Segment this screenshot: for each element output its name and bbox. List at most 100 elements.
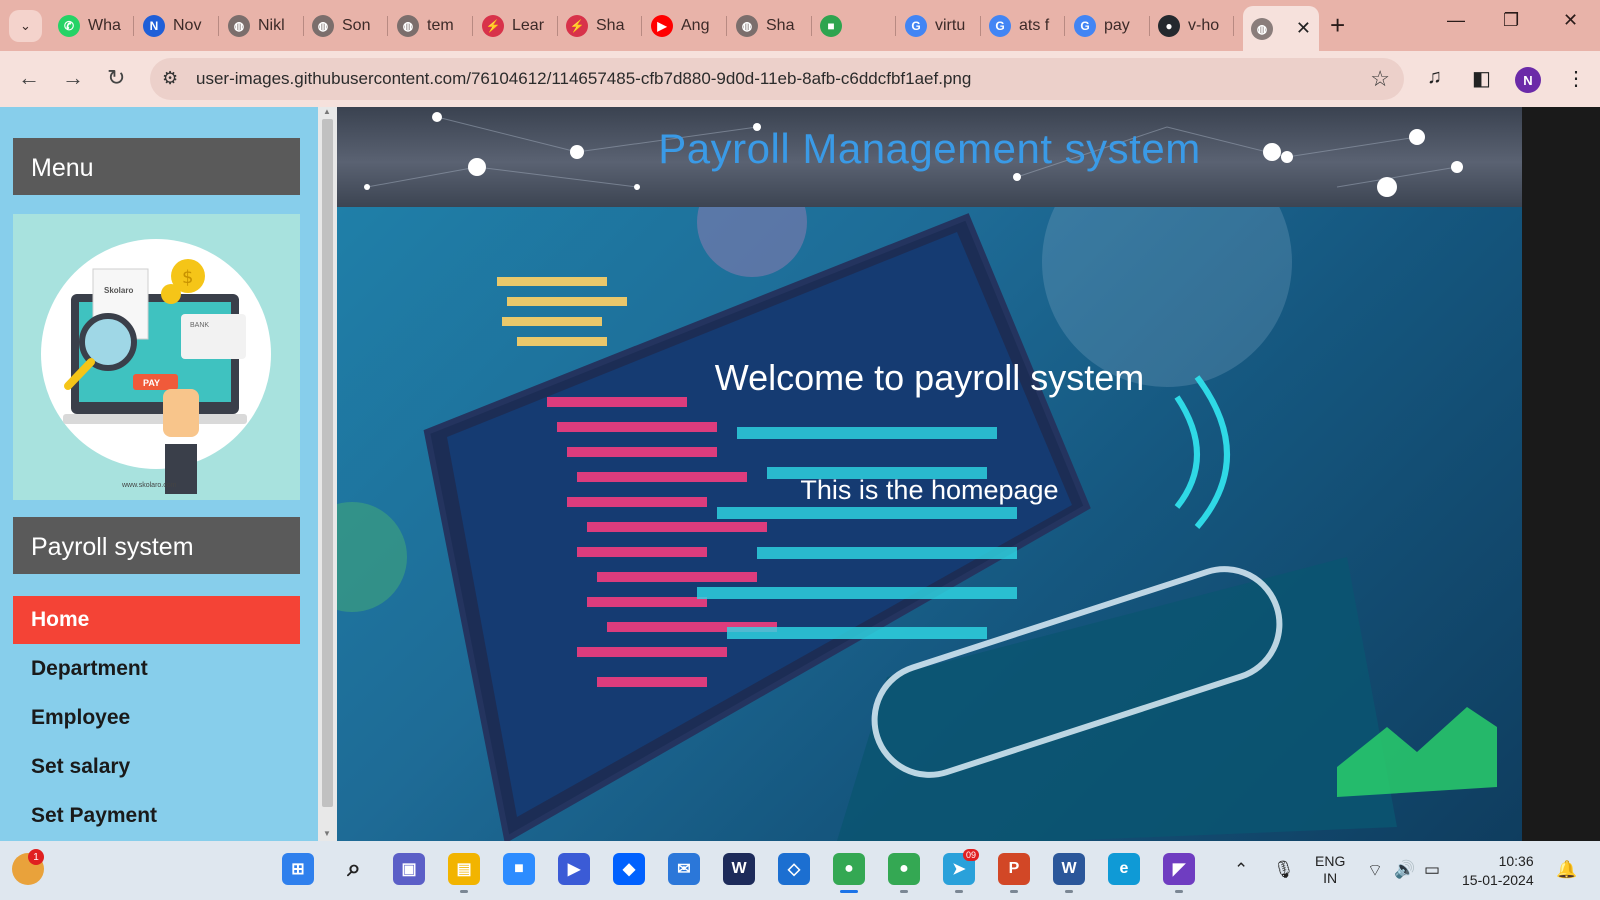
google-icon: G xyxy=(905,15,927,37)
chevron-up-icon[interactable]: ⌃ xyxy=(1234,860,1248,880)
svg-text:$: $ xyxy=(182,267,193,288)
github-icon: ● xyxy=(1158,15,1180,37)
browser-tab[interactable]: ● v-ho xyxy=(1150,8,1234,44)
tab-separator xyxy=(472,16,473,36)
language-indicator[interactable]: ENG IN xyxy=(1315,853,1345,887)
microphone-icon[interactable]: 🎙 xyxy=(1273,860,1295,880)
chrome-icon[interactable]: ● xyxy=(833,853,865,885)
tab-separator xyxy=(1233,16,1234,36)
main-content: Payroll Management system Welcome to pay… xyxy=(337,107,1522,841)
tab-title: tem xyxy=(427,17,454,34)
copilot-icon[interactable]: ◇ xyxy=(778,853,810,885)
tab-separator xyxy=(387,16,388,36)
browser-tab[interactable]: ⚡ Lear xyxy=(474,8,558,44)
sidebar-item-set-salary[interactable]: Set salary xyxy=(13,743,300,791)
sidebar-item-home[interactable]: Home xyxy=(13,596,300,644)
teams-icon[interactable]: ▣ xyxy=(393,853,425,885)
browser-tab[interactable]: N Nov xyxy=(135,8,219,44)
browser-tab[interactable]: ⚡ Sha xyxy=(558,8,642,44)
visual-studio-icon[interactable]: ◤ xyxy=(1163,853,1195,885)
laptop-hero-graphic xyxy=(337,207,1497,841)
dropbox-icon[interactable]: ◆ xyxy=(613,853,645,885)
browser-tab[interactable]: ◍ Sha xyxy=(728,8,812,44)
google-icon: G xyxy=(1074,15,1096,37)
browser-tab[interactable]: ▶ Ang xyxy=(643,8,727,44)
globe-icon: ◍ xyxy=(397,15,419,37)
homepage-subtitle: This is the homepage xyxy=(800,475,1059,505)
forward-icon[interactable]: → xyxy=(62,65,84,91)
battery-icon[interactable]: ▭ xyxy=(1424,860,1440,880)
url-text[interactable]: user-images.githubusercontent.com/761046… xyxy=(196,69,971,89)
back-icon[interactable]: ← xyxy=(18,65,40,91)
payroll-illustration-graphic: $ xyxy=(41,239,271,494)
site-info-icon[interactable]: ⚙ xyxy=(162,68,178,89)
webex-icon[interactable]: W xyxy=(723,853,755,885)
tab-title: Sha xyxy=(766,17,795,34)
tab-separator xyxy=(1064,16,1065,36)
browser-tab[interactable]: ■ xyxy=(812,8,896,44)
tab-title: virtu xyxy=(935,17,966,34)
tab-title: v-ho xyxy=(1188,17,1220,34)
power-automate-icon[interactable]: ▶ xyxy=(558,853,590,885)
search-icon[interactable]: ⌕ xyxy=(338,853,370,885)
window-close-icon[interactable]: ✕ xyxy=(1563,10,1578,31)
start-icon[interactable]: ⊞ xyxy=(282,853,314,885)
file-explorer-icon[interactable]: ▤ xyxy=(448,853,480,885)
minimize-icon[interactable]: — xyxy=(1447,10,1465,31)
browser-tab[interactable]: Gats f xyxy=(981,8,1065,44)
profile-avatar[interactable]: N xyxy=(1515,67,1541,93)
zoom-icon[interactable]: ■ xyxy=(503,853,535,885)
word-icon[interactable]: W xyxy=(1053,853,1085,885)
running-indicator xyxy=(955,890,963,893)
restore-icon[interactable]: ❐ xyxy=(1503,10,1519,31)
sidebar-item-set-payment[interactable]: Set Payment xyxy=(13,792,300,840)
page-viewport: Menu $ Skolaro BANK PAY www.skolaro.com … xyxy=(0,107,1600,841)
sidebar-item-employee[interactable]: Employee xyxy=(13,694,300,742)
tab-title: Son xyxy=(342,17,371,34)
browser-tab[interactable]: ✆ Wha xyxy=(50,8,134,44)
tab-active[interactable]: ◍ ✕ xyxy=(1243,6,1319,51)
browser-tab[interactable]: ◍ Son xyxy=(304,8,388,44)
running-indicator xyxy=(460,890,468,893)
browser-tab[interactable]: Gpay xyxy=(1066,8,1150,44)
bolt-icon: ⚡ xyxy=(566,15,588,37)
page-title: Payroll Management system xyxy=(658,125,1201,172)
chevron-down-icon: ⌄ xyxy=(20,18,31,33)
illustration-brand: Skolaro xyxy=(104,286,134,295)
new-tab-button[interactable]: + xyxy=(1330,10,1345,41)
address-bar[interactable]: ⚙ user-images.githubusercontent.com/7610… xyxy=(150,58,1404,100)
media-control-icon[interactable]: ♫ xyxy=(1427,66,1442,89)
mail-icon[interactable]: ✉ xyxy=(668,853,700,885)
running-indicator xyxy=(1010,890,1018,893)
tab-search-button[interactable]: ⌄ xyxy=(9,10,42,42)
chrome-profile-icon[interactable]: ● xyxy=(888,853,920,885)
running-indicator xyxy=(1175,890,1183,893)
scroll-up-arrow-icon[interactable]: ▲ xyxy=(323,107,331,116)
wifi-icon[interactable]: ⌔ xyxy=(1367,860,1383,881)
bookmark-star-icon[interactable]: ☆ xyxy=(1370,66,1390,92)
sidebar-item-department[interactable]: Department xyxy=(13,645,300,693)
volume-icon[interactable]: 🔊 xyxy=(1394,860,1415,880)
notification-bell-icon[interactable]: 🔔 xyxy=(1556,860,1577,880)
scrollbar-thumb[interactable] xyxy=(322,119,333,807)
sidebar-scrollbar[interactable]: ▲ ▼ xyxy=(318,107,337,841)
tab-title: Lear xyxy=(512,17,545,34)
notification-badge: 1 xyxy=(28,849,44,865)
powerpoint-icon[interactable]: P xyxy=(998,853,1030,885)
system-clock[interactable]: 10:36 15-01-2024 xyxy=(1462,852,1534,890)
youtube-icon: ▶ xyxy=(651,15,673,37)
kebab-menu-icon[interactable]: ⋮ xyxy=(1566,66,1586,91)
clock-time: 10:36 xyxy=(1498,853,1534,869)
page-margin xyxy=(1522,107,1600,841)
browser-tab[interactable]: ◍ tem xyxy=(389,8,473,44)
close-icon[interactable]: ✕ xyxy=(1296,18,1311,39)
side-panel-icon[interactable]: ◧ xyxy=(1472,66,1491,91)
tab-title: pay xyxy=(1104,17,1130,34)
edge-icon[interactable]: e xyxy=(1108,853,1140,885)
telegram-badge: 09 xyxy=(963,849,980,861)
scroll-down-arrow-icon[interactable]: ▼ xyxy=(323,829,331,838)
reload-icon[interactable]: ↻ xyxy=(107,65,125,91)
browser-tab[interactable]: ◍ Nikl xyxy=(220,8,304,44)
running-indicator xyxy=(840,890,858,893)
browser-tab[interactable]: Gvirtu xyxy=(897,8,981,44)
